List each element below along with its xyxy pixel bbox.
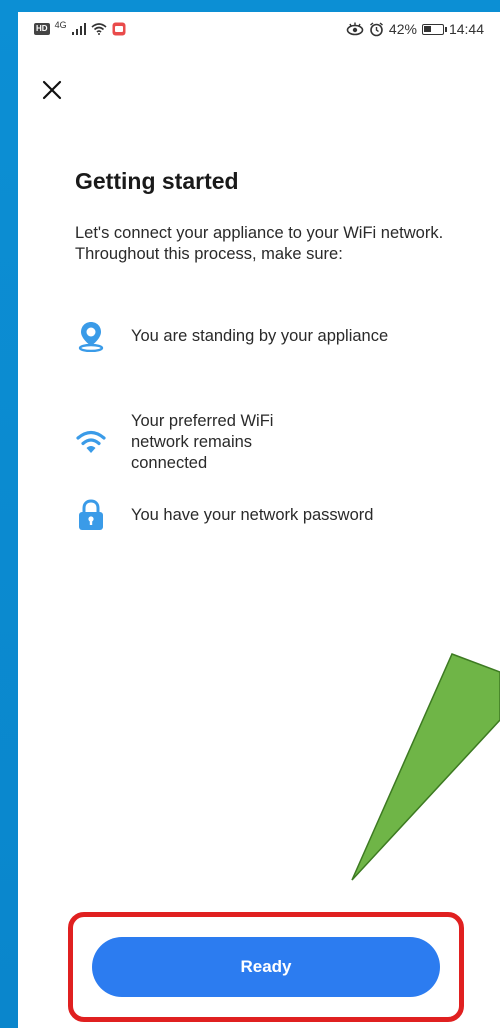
location-pin-icon	[75, 320, 107, 352]
hd-badge: HD	[34, 23, 50, 35]
status-left-group: HD 4G	[34, 20, 126, 36]
network-type: 4G	[54, 20, 67, 30]
requirement-item-location: You are standing by your appliance	[75, 320, 475, 352]
requirement-text: You are standing by your appliance	[131, 326, 389, 345]
battery-percent: 42%	[388, 21, 417, 37]
requirement-item-wifi: Your preferred WiFi network remains conn…	[75, 411, 475, 474]
status-bar: HD 4G 42% 14:44	[18, 12, 500, 48]
battery-level	[423, 25, 431, 32]
alarm-icon	[369, 21, 383, 36]
requirement-item-password: You have your network password	[75, 499, 475, 531]
requirement-text: Your preferred WiFi network remains conn…	[131, 412, 274, 472]
close-icon	[42, 80, 62, 100]
page-title: Getting started	[75, 168, 239, 194]
lock-icon	[75, 499, 107, 531]
notification-app-icon	[112, 22, 126, 36]
close-button[interactable]	[38, 76, 68, 106]
battery-icon	[421, 23, 447, 35]
intro-text: Let's connect your appliance to your WiF…	[75, 224, 444, 263]
requirement-text: You have your network password	[131, 505, 374, 524]
app-screen: HD 4G 42% 14:44 Getting started Let's co…	[18, 12, 500, 1028]
signal-icon	[71, 23, 86, 35]
status-right-group: 42% 14:44	[346, 21, 484, 37]
wifi-status-icon	[91, 23, 107, 35]
wifi-icon	[75, 427, 107, 459]
clock: 14:44	[448, 21, 484, 37]
ready-button[interactable]: Ready	[92, 937, 440, 997]
eye-comfort-icon	[346, 22, 364, 36]
